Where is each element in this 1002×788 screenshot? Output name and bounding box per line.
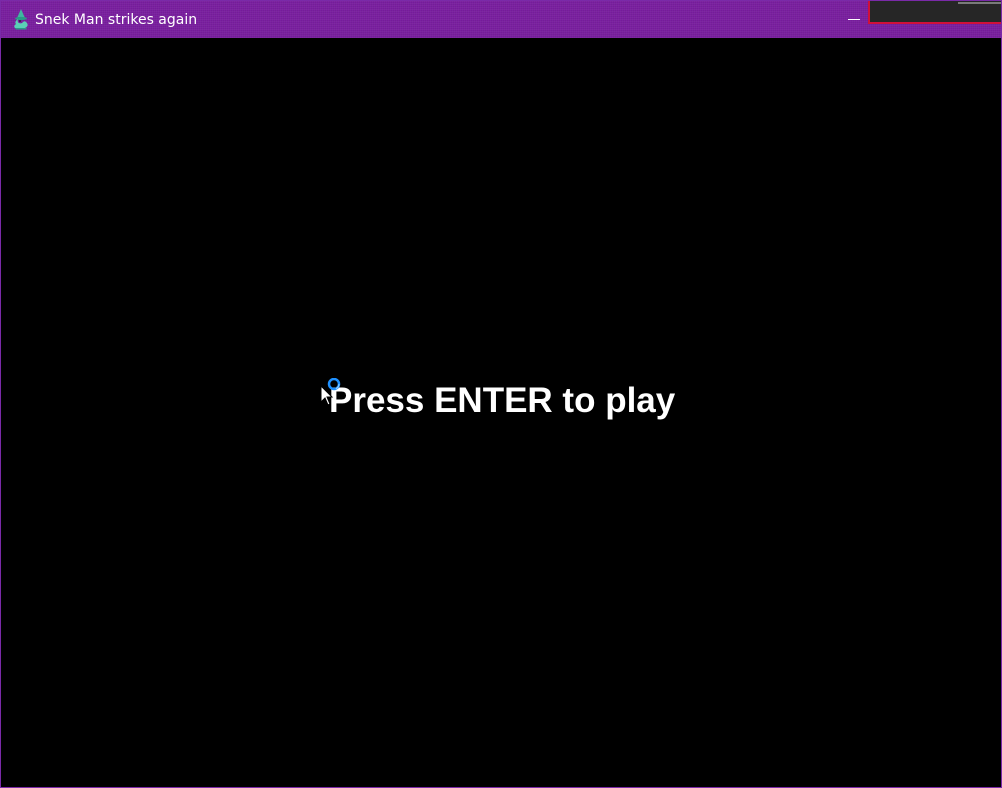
overlay-thumbnail bbox=[868, 1, 1001, 24]
game-window: Snek Man strikes again Press ENTER to pl… bbox=[0, 0, 1002, 788]
press-enter-prompt: Press ENTER to play bbox=[329, 381, 676, 420]
game-canvas[interactable]: Press ENTER to play bbox=[1, 38, 1001, 787]
minimize-button[interactable] bbox=[839, 1, 869, 38]
snake-wizard-icon bbox=[14, 9, 28, 30]
window-title: Snek Man strikes again bbox=[35, 12, 198, 28]
minimize-icon bbox=[848, 19, 860, 20]
busy-arrow-cursor-icon bbox=[320, 378, 341, 406]
title-bar[interactable]: Snek Man strikes again bbox=[1, 1, 1001, 38]
overlay-thumbnail-line bbox=[958, 2, 1001, 4]
